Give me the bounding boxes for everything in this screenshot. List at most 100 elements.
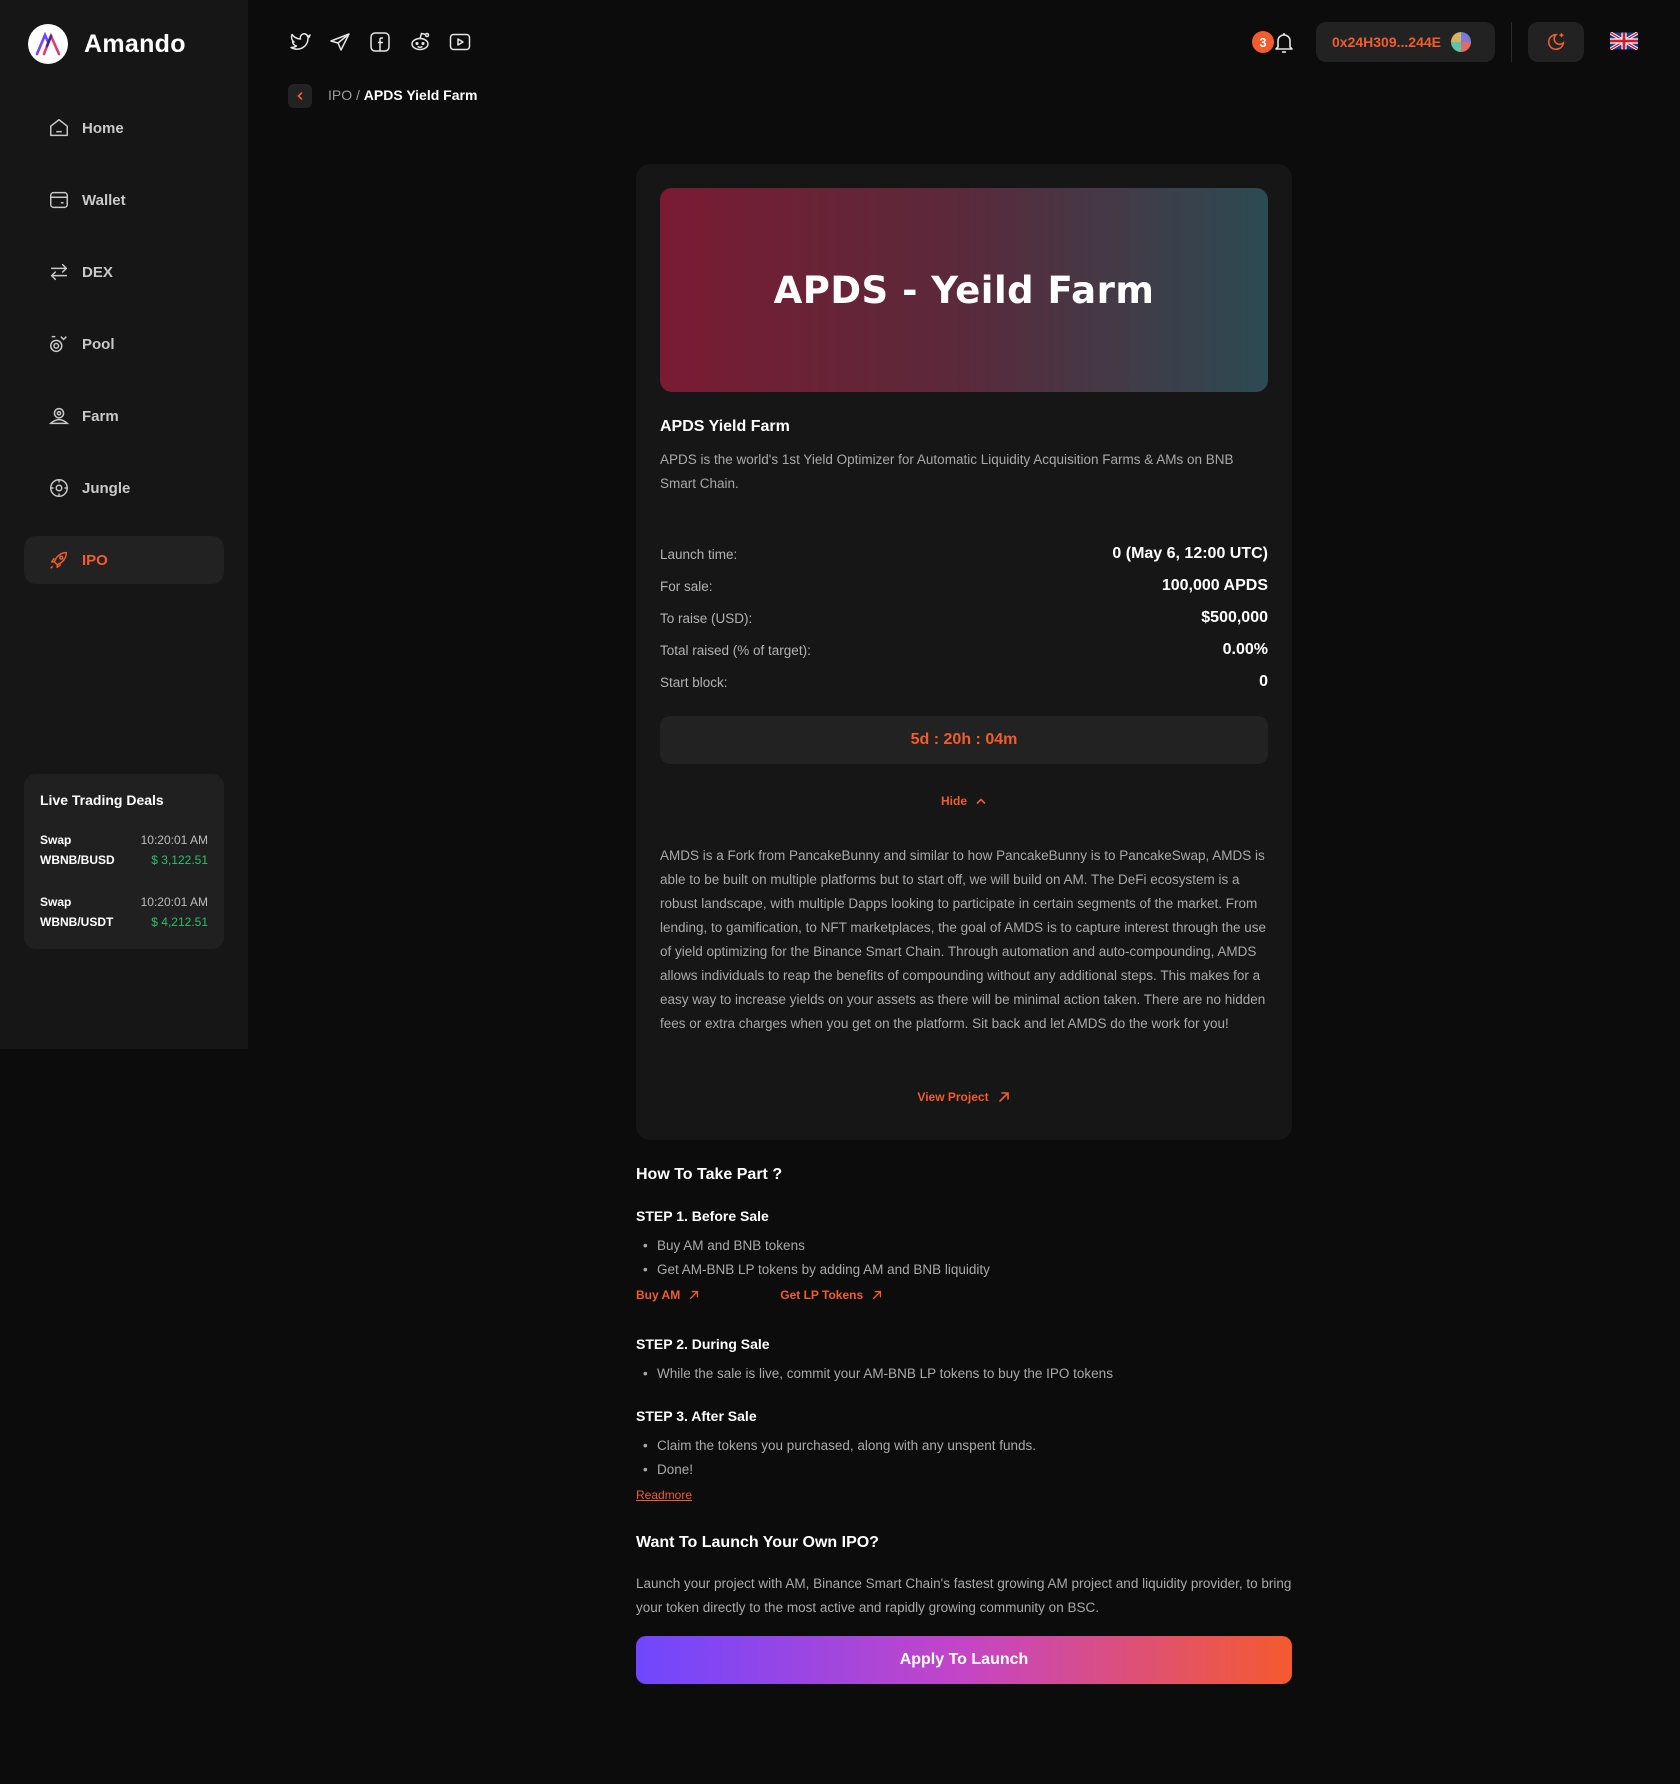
link-label: Buy AM (636, 1288, 681, 1302)
stat-label: Start block: (660, 674, 728, 690)
ipo-long-description: AMDS is a Fork from PancakeBunny and sim… (660, 848, 1267, 1031)
stat-value: $500,000 (1201, 609, 1268, 626)
view-project-label: View Project (917, 1090, 989, 1104)
moon-icon (1547, 32, 1565, 51)
sidebar-item-pool[interactable]: Pool (24, 320, 224, 368)
breadcrumb: IPO / APDS Yield Farm (328, 87, 477, 103)
sidebar-item-jungle[interactable]: Jungle (24, 464, 224, 512)
sidebar-item-home[interactable]: Home (24, 104, 224, 152)
sidebar-item-label: Wallet (82, 191, 126, 209)
breadcrumb-separator: / (356, 87, 360, 103)
sidebar-item-label: Jungle (82, 479, 131, 497)
step-bullets: Buy AM and BNB tokens Get AM-BNB LP toke… (636, 1234, 1292, 1282)
section-title: How To Take Part ? (636, 1166, 783, 1183)
notifications[interactable]: 3 (1252, 28, 1296, 58)
reddit-icon[interactable] (408, 30, 432, 54)
telegram-icon[interactable] (328, 30, 352, 54)
social-links (288, 30, 472, 54)
rocket-icon (50, 551, 68, 569)
deal-price: $ 4,212.51 (151, 915, 208, 929)
step-title: STEP 1. Before Sale (636, 1208, 769, 1224)
stat-value: 0.00% (1222, 641, 1268, 658)
step-title: STEP 2. During Sale (636, 1336, 770, 1352)
apply-to-launch-button[interactable]: Apply To Launch (636, 1636, 1292, 1684)
how-to-title: How To Take Part ? (636, 1166, 1292, 1184)
stat-value: 0 (May 6, 12:00 UTC) (1112, 545, 1268, 562)
buy-am-link[interactable]: Buy AM (636, 1288, 700, 1302)
list-item: Claim the tokens you purchased, along wi… (636, 1434, 1292, 1458)
swap-icon (50, 263, 68, 281)
sidebar-item-wallet[interactable]: Wallet (24, 176, 224, 224)
sidebar-item-label: Farm (82, 407, 119, 425)
readmore-link[interactable]: Readmore (636, 1488, 692, 1502)
stat-row: To raise (USD): $500,000 (660, 602, 1268, 634)
back-button[interactable] (288, 84, 312, 108)
brand-name: Amando (84, 29, 186, 58)
deal-time: 10:20:01 AM (140, 895, 208, 909)
wallet-icon (50, 191, 68, 209)
deal-time: 10:20:01 AM (140, 833, 208, 847)
hide-details-toggle[interactable]: Hide (636, 794, 1292, 808)
sidebar-item-label: IPO (82, 551, 108, 569)
notification-count-badge: 3 (1252, 31, 1274, 53)
facebook-icon[interactable] (368, 30, 392, 54)
stat-row: For sale: 100,000 APDS (660, 570, 1268, 602)
list-item: Get AM-BNB LP tokens by adding AM and BN… (636, 1258, 1292, 1282)
step-title: STEP 3. After Sale (636, 1408, 757, 1424)
deal-type: Swap (40, 895, 72, 909)
stat-row: Total raised (% of target): 0.00% (660, 634, 1268, 666)
deals-title: Live Trading Deals (40, 792, 164, 808)
wallet-address-button[interactable]: 0x24H309...244E (1316, 22, 1495, 62)
breadcrumb-parent[interactable]: IPO (328, 87, 352, 103)
chevron-up-icon (976, 798, 986, 804)
ipo-stats: Launch time: 0 (May 6, 12:00 UTC) For sa… (660, 538, 1268, 698)
step-1: STEP 1. Before Sale Buy AM and BNB token… (636, 1208, 1292, 1302)
countdown-timer: 5d : 20h : 04m (660, 716, 1268, 764)
jungle-icon (50, 479, 68, 497)
youtube-icon[interactable] (448, 30, 472, 54)
list-item: Done! (636, 1458, 1292, 1482)
banner-title: APDS - Yeild Farm (773, 268, 1155, 312)
twitter-icon[interactable] (288, 30, 312, 54)
deal-pair: WBNB/USDT (40, 915, 114, 929)
external-arrow-icon (998, 1092, 1009, 1102)
stat-label: For sale: (660, 578, 713, 594)
chevron-left-icon (297, 92, 303, 100)
list-item[interactable]: Swap 10:20:01 AM WBNB/BUSD $ 3,122.51 (40, 830, 208, 870)
ipo-title: APDS Yield Farm (660, 418, 790, 435)
list-item[interactable]: Swap 10:20:01 AM WBNB/USDT $ 4,212.51 (40, 892, 208, 932)
home-icon (50, 119, 68, 137)
stat-label: Total raised (% of target): (660, 642, 811, 658)
stat-label: Launch time: (660, 546, 738, 562)
launch-section: Want To Launch Your Own IPO? Launch your… (636, 1534, 1292, 1620)
uk-flag-icon[interactable] (1610, 32, 1638, 50)
launch-title: Want To Launch Your Own IPO? (636, 1534, 879, 1551)
link-label: Get LP Tokens (780, 1288, 864, 1302)
sidebar-nav: Home Wallet DEX Pool Farm Jungle IPO (24, 104, 224, 608)
view-project-link[interactable]: View Project (636, 1090, 1292, 1104)
brand[interactable]: Amando (28, 24, 186, 64)
stat-value: 0 (1259, 673, 1268, 690)
get-lp-tokens-link[interactable]: Get LP Tokens (780, 1288, 883, 1302)
sidebar-item-ipo[interactable]: IPO (24, 536, 224, 584)
step-links: Buy AM Get LP Tokens (636, 1288, 1292, 1302)
launch-description: Launch your project with AM, Binance Sma… (636, 1576, 1292, 1615)
farm-icon (48, 407, 70, 425)
sidebar-item-farm[interactable]: Farm (24, 392, 224, 440)
bell-icon (1275, 33, 1293, 53)
stat-row: Launch time: 0 (May 6, 12:00 UTC) (660, 538, 1268, 570)
step-3: STEP 3. After Sale Claim the tokens you … (636, 1408, 1292, 1504)
deal-price: $ 3,122.51 (151, 853, 208, 867)
ipo-banner: APDS - Yeild Farm (660, 188, 1268, 392)
sidebar-item-label: DEX (82, 263, 113, 281)
amando-logo-icon (28, 24, 68, 64)
wallet-avatar (1450, 32, 1471, 52)
header-divider (1511, 22, 1512, 62)
stat-row: Start block: 0 (660, 666, 1268, 698)
list-item: While the sale is live, commit your AM-B… (636, 1362, 1292, 1386)
external-arrow-icon (690, 1290, 699, 1300)
sidebar-item-dex[interactable]: DEX (24, 248, 224, 296)
live-trading-deals: Live Trading Deals Swap 10:20:01 AM WBNB… (24, 774, 224, 949)
list-item: Buy AM and BNB tokens (636, 1234, 1292, 1258)
theme-toggle-button[interactable] (1528, 22, 1584, 62)
